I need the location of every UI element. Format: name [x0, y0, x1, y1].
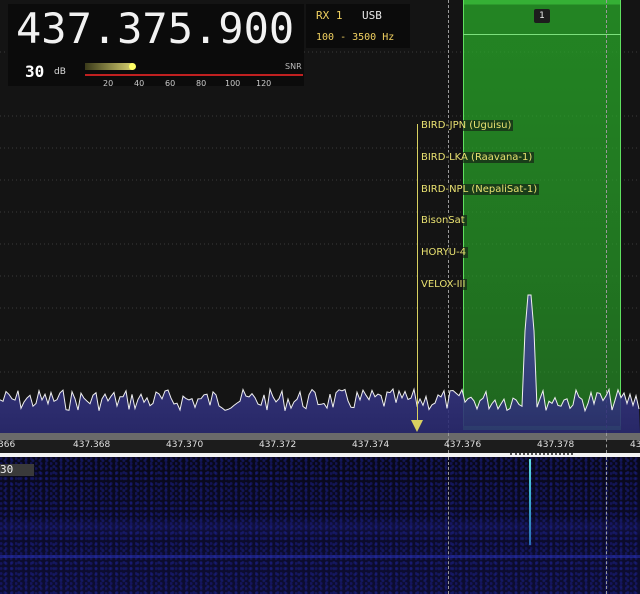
receiver-panel: RX 1 USB 100 - 3500 Hz: [306, 4, 410, 48]
snr-tick: 100: [225, 79, 241, 88]
waterfall-noise-band: [0, 555, 640, 558]
marker-dashed-right-axis: [606, 433, 607, 453]
satellite-label[interactable]: BIRD-JPN (Uguisu): [419, 120, 514, 131]
axis-label: 437.378: [537, 440, 575, 450]
snr-tick: 120: [256, 79, 272, 88]
satellite-label[interactable]: BIRD-NPL (NepaliSat-1): [419, 184, 540, 195]
axis-label: 437.368: [73, 440, 111, 450]
axis-label: 437.370: [166, 440, 204, 450]
satellite-marker-arrow-icon[interactable]: [411, 420, 423, 432]
snr-tick: 80: [196, 79, 207, 88]
frequency-panel: 437.375.900 30 dB SNR 20 40 60 80 100 12…: [8, 4, 304, 88]
snr-tick: 60: [165, 79, 176, 88]
satellite-label[interactable]: VELOX-III: [419, 279, 468, 290]
snr-label: SNR: [285, 62, 302, 71]
marker-dashed-right-waterfall: [606, 457, 607, 594]
satellite-label[interactable]: HORYU-4: [419, 247, 469, 258]
frequency-display[interactable]: 437.375.900: [16, 4, 294, 53]
snr-unit: dB: [54, 67, 66, 77]
snr-level-dot-icon: [129, 63, 136, 70]
satellite-label[interactable]: BisonSat: [419, 215, 467, 226]
mode-selector[interactable]: USB: [362, 9, 382, 22]
satellite-marker-line[interactable]: [417, 124, 418, 424]
frequency-axis-ruler[interactable]: [0, 433, 640, 440]
snr-scale-track: [85, 74, 303, 76]
snr-tick: 40: [134, 79, 145, 88]
snr-level-bar: [85, 63, 133, 70]
axis-label: 437.372: [259, 440, 297, 450]
satellite-label[interactable]: BIRD-LKA (Raavana-1): [419, 152, 535, 163]
marker-dashed-left-waterfall: [448, 457, 449, 594]
waterfall-display[interactable]: [0, 457, 640, 594]
axis-label: 43: [630, 440, 640, 450]
snr-value: 30: [25, 62, 45, 81]
bandwidth-label[interactable]: 100 - 3500 Hz: [316, 32, 394, 43]
waterfall-signal-trace: [529, 459, 531, 545]
snr-tick: 20: [103, 79, 114, 88]
axis-label: 437.374: [352, 440, 390, 450]
axis-label: 366: [0, 440, 16, 450]
rx-selector[interactable]: RX 1: [316, 9, 343, 22]
axis-label: 437.376: [444, 440, 482, 450]
waterfall-scale-label[interactable]: 30: [0, 464, 34, 476]
